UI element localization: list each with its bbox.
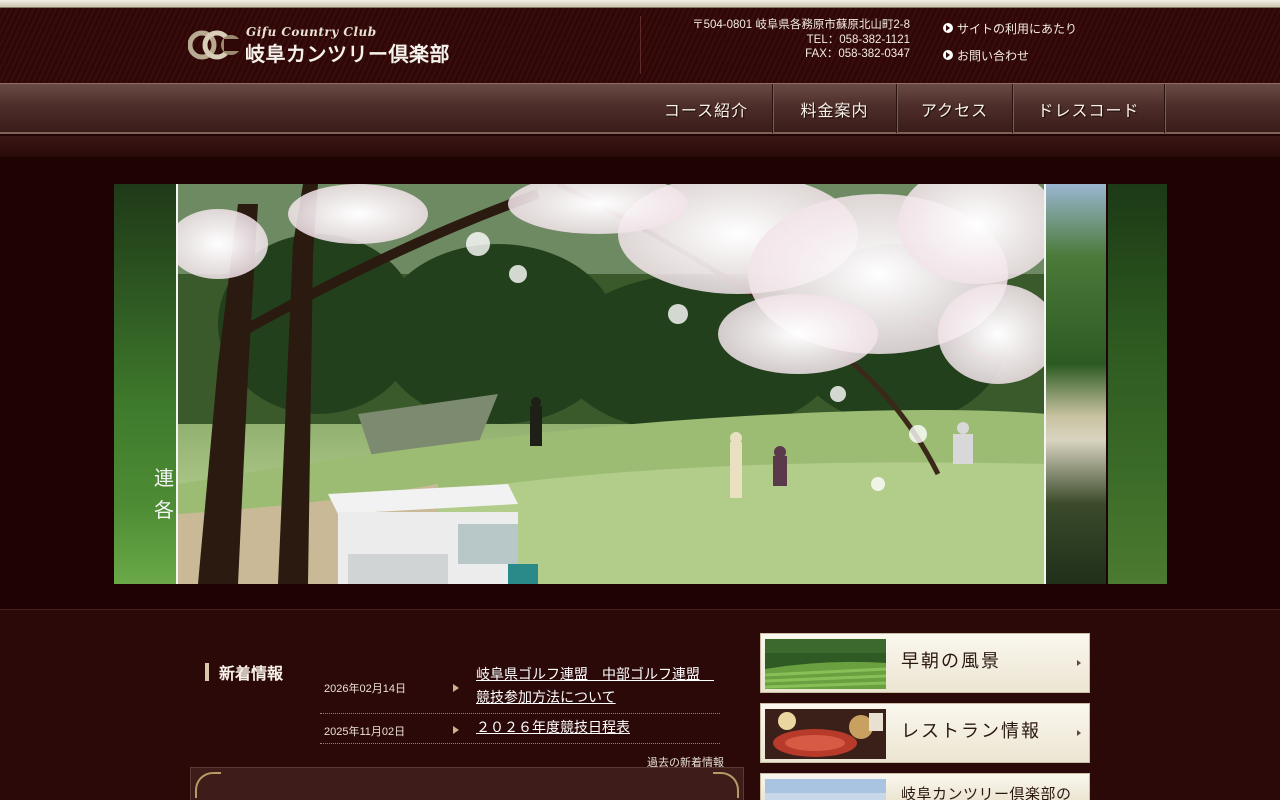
restaurant-thumbnail-icon xyxy=(765,709,886,759)
news-link[interactable]: 岐阜県ゴルフ連盟 中部ゴルフ連盟 競技参加方法について xyxy=(476,664,726,710)
news-item: 2026年02月14日 岐阜県ゴルフ連盟 中部ゴルフ連盟 競技参加方法について xyxy=(320,664,720,714)
news-heading-text: 新着情報 xyxy=(219,664,284,683)
news-date: 2025年11月02日 xyxy=(324,726,406,738)
banner-restaurant[interactable]: レストラン情報 xyxy=(760,703,1090,763)
hero-slide-prev[interactable]: 連各 xyxy=(114,184,176,584)
hero-prev-caption: 連各 xyxy=(154,466,174,522)
ornament-icon xyxy=(713,772,739,798)
gcc-logo-icon xyxy=(188,30,240,60)
banner-label: 岐阜カンツリー倶楽部の xyxy=(901,785,1072,800)
contact-label: お問い合わせ xyxy=(957,48,1030,63)
address-text: 〒504-0801 岐阜県各務原市蘇原北山町2-8 xyxy=(692,19,910,31)
logo-japanese: 岐阜カンツリー倶楽部 xyxy=(245,42,450,66)
header-links: サイトの利用にあたり お問い合わせ xyxy=(943,20,1077,74)
hero-next-image-a xyxy=(1046,184,1106,584)
news-link[interactable]: ２０２６年度競技日程表 xyxy=(476,717,726,740)
banner-label: 早朝の風景 xyxy=(901,651,1001,672)
banner-club-info[interactable]: 岐阜カンツリー倶楽部の xyxy=(760,773,1090,800)
arrow-circle-icon xyxy=(943,23,953,33)
hero-slide-next[interactable] xyxy=(1046,184,1167,584)
fax-text: FAX：058-382-0347 xyxy=(805,48,910,60)
subnav-strip xyxy=(0,136,1280,158)
site-header: Gifu Country Club 岐阜カンツリー倶楽部 〒504-0801 岐… xyxy=(0,8,1280,83)
hero-slide-current xyxy=(176,184,1046,584)
decorative-panel xyxy=(190,767,744,800)
news-date: 2026年02月14日 xyxy=(324,683,406,695)
site-logo[interactable]: Gifu Country Club 岐阜カンツリー倶楽部 xyxy=(188,24,478,68)
hero-next-image-b xyxy=(1108,184,1167,584)
chevron-right-icon xyxy=(1077,730,1081,736)
chevron-right-icon xyxy=(1077,660,1081,666)
nav-fees[interactable]: 料金案内 xyxy=(773,84,897,133)
nav-course[interactable]: コース紹介 xyxy=(640,84,773,133)
chevron-right-icon xyxy=(453,726,459,734)
contact-info: 〒504-0801 岐阜県各務原市蘇原北山町2-8 TEL：058-382-11… xyxy=(650,18,910,62)
fairway-thumbnail-icon xyxy=(765,639,886,689)
site-usage-label: サイトの利用にあたり xyxy=(957,21,1078,36)
header-divider xyxy=(640,16,641,74)
banner-label: レストラン情報 xyxy=(901,721,1041,742)
nav-access[interactable]: アクセス xyxy=(897,84,1013,133)
contact-link[interactable]: お問い合わせ xyxy=(943,47,1077,63)
arrow-circle-icon xyxy=(943,50,953,60)
main-nav: コース紹介 料金案内 アクセス ドレスコード xyxy=(0,83,1280,134)
clubhouse-thumbnail-icon xyxy=(765,779,886,800)
ornament-icon xyxy=(195,772,221,798)
tel-text: TEL：058-382-1121 xyxy=(806,33,910,46)
site-usage-link[interactable]: サイトの利用にあたり xyxy=(943,20,1077,36)
heading-bar-icon xyxy=(205,663,209,681)
nav-dresscode[interactable]: ドレスコード xyxy=(1013,84,1165,133)
news-heading: 新着情報 xyxy=(205,660,283,684)
top-border xyxy=(0,0,1280,8)
news-item: 2025年11月02日 ２０２６年度競技日程表 xyxy=(320,716,720,744)
logo-english: Gifu Country Club xyxy=(246,25,377,39)
banner-morning-scenery[interactable]: 早朝の風景 xyxy=(760,633,1090,693)
golf-course-photo xyxy=(178,184,1044,584)
chevron-right-icon xyxy=(453,684,459,692)
